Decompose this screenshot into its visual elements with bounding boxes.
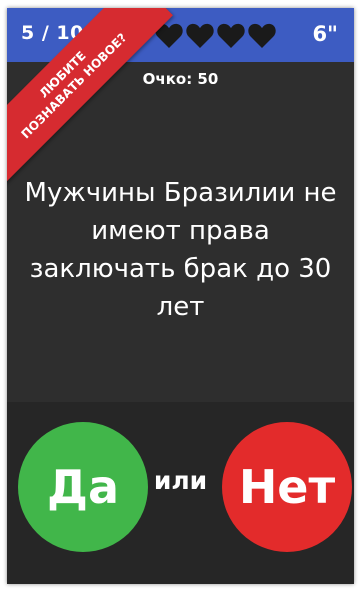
heart-icon — [248, 23, 276, 48]
promo-ribbon[interactable]: ЛЮБИТЕ ПОЗНАВАТЬ НОВОЕ? — [7, 8, 173, 185]
no-button[interactable]: Нет — [222, 422, 352, 552]
promo-ribbon-line2: ПОЗНАВАТЬ НОВОЕ? — [18, 30, 130, 142]
countdown-timer: 6" — [312, 22, 338, 46]
promo-ribbon-container: ЛЮБИТЕ ПОЗНАВАТЬ НОВОЕ? — [7, 8, 187, 188]
answer-panel: Да или Нет — [7, 402, 354, 584]
heart-icon — [217, 23, 245, 48]
question-text: Мужчины Бразилии не имеют права заключат… — [24, 178, 337, 322]
heart-icon — [186, 23, 214, 48]
game-screen: 5 / 10 6" Очко: 50 Мужчины Бразилии не и… — [7, 8, 354, 584]
